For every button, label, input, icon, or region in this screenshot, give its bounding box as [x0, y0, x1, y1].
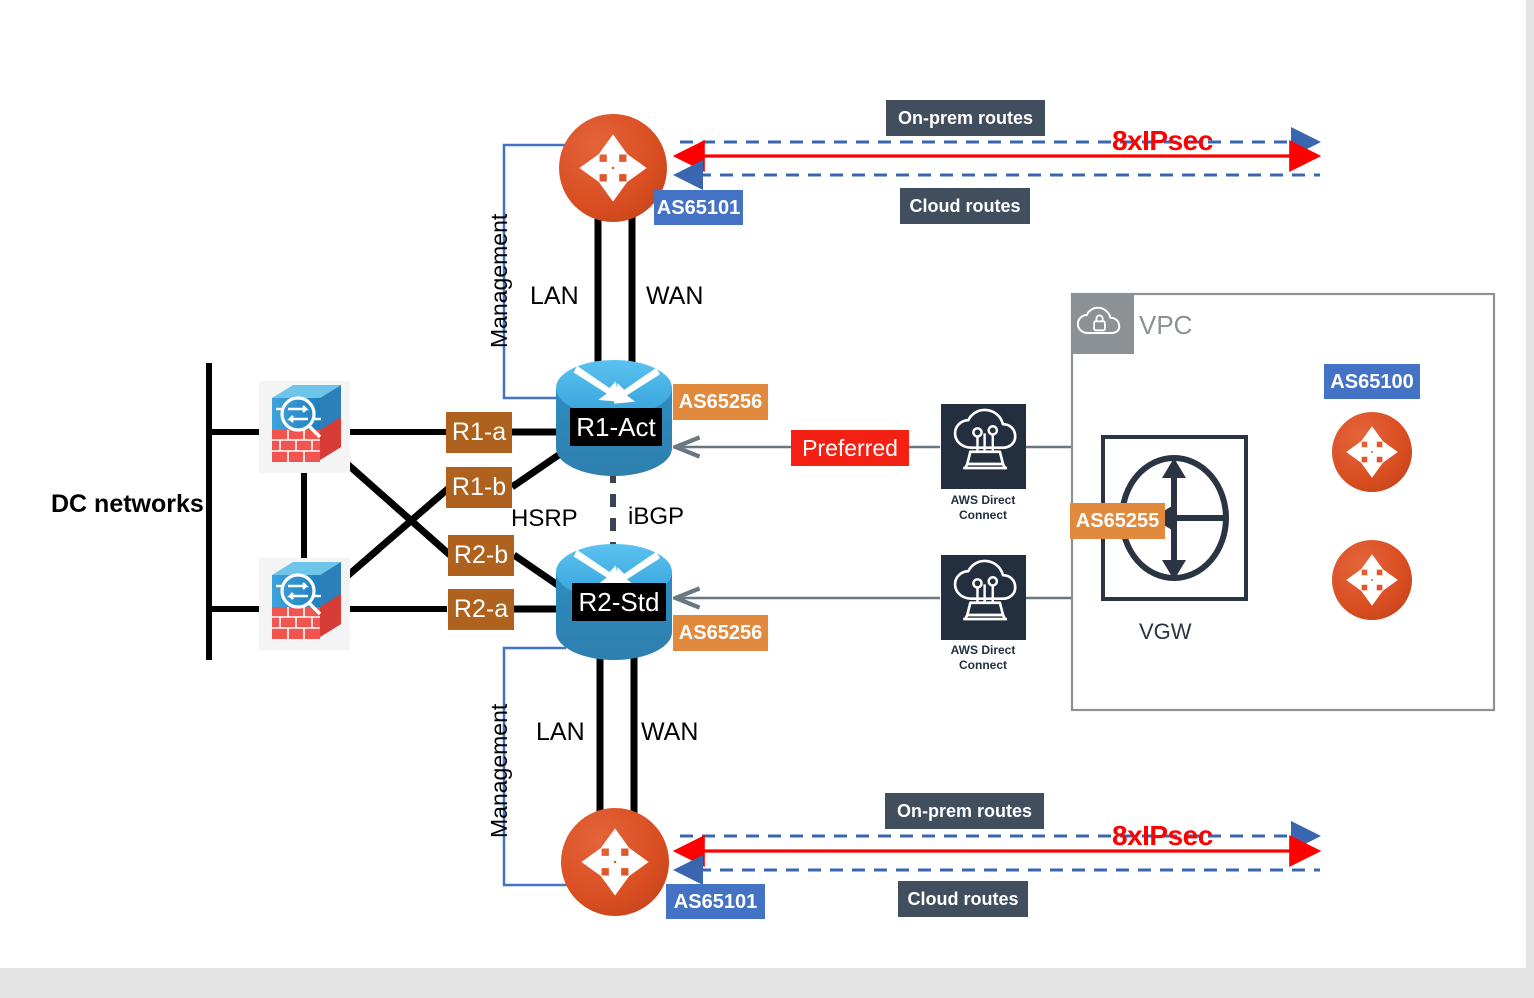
interface-tag-r1-a[interactable]: R1-a — [446, 412, 512, 453]
cloud-router-top — [1332, 412, 1412, 492]
dc-networks-label: DC networks — [51, 490, 204, 518]
switch-name-r2-std: R2-Std — [572, 583, 666, 621]
vgw-caption: VGW — [1139, 619, 1192, 644]
ipsec-label-top: 8xIPsec — [1112, 125, 1213, 156]
cloud-routes-tag-top: Cloud routes — [900, 188, 1030, 224]
edge-router-bottom — [561, 808, 669, 916]
ipsec-arrows-top — [672, 127, 1322, 190]
ipsec-label-bottom: 8xIPsec — [1112, 820, 1213, 851]
as-tag-r1-act: AS65256 — [673, 384, 768, 420]
preferred-link-tag: Preferred — [791, 430, 909, 466]
management-label-top: Management — [486, 213, 512, 348]
right-edge-bar — [1526, 0, 1534, 998]
bottom-edge-bar — [0, 968, 1534, 998]
interface-tag-r1-b[interactable]: R1-b — [446, 467, 512, 508]
onprem-routes-tag-top: On-prem routes — [886, 100, 1045, 136]
dc-network-bus — [206, 363, 266, 660]
lan-label-top: LAN — [530, 282, 579, 310]
wan-label-bottom: WAN — [641, 718, 699, 746]
lan-wan-trunks-bottom — [596, 655, 638, 818]
aws-direct-connect-caption-bottom: AWS Direct Connect — [950, 643, 1016, 672]
firewall-top-icon — [259, 381, 350, 473]
diagram-canvas: DC networks R1-a R1-b R2-b R2-a HSRP iBG… — [0, 0, 1534, 998]
aws-direct-connect-top-icon — [941, 404, 1026, 489]
as-tag-cloud-routers: AS65100 — [1324, 364, 1420, 399]
aws-direct-connect-caption-top: AWS Direct Connect — [950, 493, 1016, 522]
lan-label-bottom: LAN — [536, 718, 585, 746]
interface-tag-r2-a[interactable]: R2-a — [448, 589, 514, 630]
hsrp-label: HSRP — [511, 505, 578, 532]
cloud-router-bottom — [1332, 540, 1412, 620]
aws-direct-connect-bottom-icon — [941, 555, 1026, 640]
cloud-routes-tag-bottom: Cloud routes — [898, 881, 1028, 917]
as-tag-vgw: AS65255 — [1070, 503, 1165, 539]
ipsec-arrows-bottom — [672, 821, 1322, 885]
network-diagram-graphics — [206, 114, 1496, 916]
as-tag-r2-std: AS65256 — [673, 615, 768, 651]
management-label-bottom: Management — [486, 703, 512, 838]
as-tag-edge-router-bottom: AS65101 — [666, 884, 765, 919]
as-tag-edge-router-top: AS65101 — [654, 190, 743, 225]
ibgp-label: iBGP — [628, 503, 685, 530]
switch-name-r1-act: R1-Act — [570, 408, 662, 446]
onprem-routes-tag-bottom: On-prem routes — [885, 793, 1044, 829]
vpc-title: VPC — [1139, 310, 1193, 340]
interface-tag-r2-b[interactable]: R2-b — [448, 535, 514, 576]
firewall-bottom-icon — [259, 558, 350, 650]
wan-label-top: WAN — [646, 282, 704, 310]
edge-router-top — [559, 114, 667, 222]
